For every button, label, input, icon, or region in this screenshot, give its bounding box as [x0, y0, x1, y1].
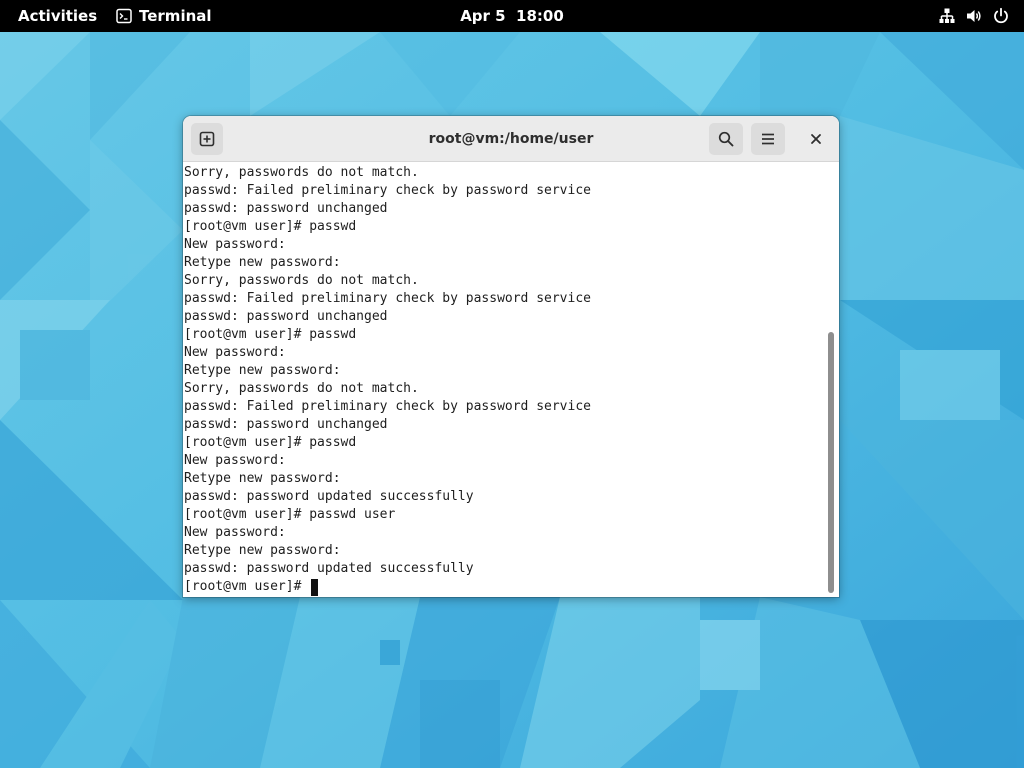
volume-icon[interactable]: [965, 7, 983, 25]
terminal-app-icon: [116, 8, 132, 24]
header-bar[interactable]: root@vm:/home/user: [183, 116, 839, 162]
clock-label[interactable]: Apr 5 18:00: [460, 7, 564, 25]
terminal-line: [root@vm user]# passwd: [184, 435, 357, 450]
system-tray[interactable]: [938, 0, 1010, 32]
hamburger-menu-icon: [762, 133, 774, 145]
terminal-line: passwd: password unchanged: [184, 309, 388, 324]
search-button[interactable]: [709, 123, 743, 155]
terminal-line: Retype new password:: [184, 363, 341, 378]
new-tab-button[interactable]: [191, 123, 223, 155]
main-menu-button[interactable]: [751, 123, 785, 155]
terminal-prompt-line[interactable]: [root@vm user]#: [184, 578, 319, 596]
terminal-line: passwd: password unchanged: [184, 201, 388, 216]
terminal-line: [root@vm user]# passwd: [184, 327, 357, 342]
terminal-line: Retype new password:: [184, 255, 341, 270]
terminal-line: New password:: [184, 525, 286, 540]
power-icon[interactable]: [992, 7, 1010, 25]
search-icon: [718, 131, 734, 147]
desktop: Activities Terminal Apr 5 18:00 root@vm:…: [0, 0, 1024, 768]
text-cursor: [311, 578, 319, 596]
terminal-line: passwd: password updated successfully: [184, 561, 474, 576]
terminal-line: passwd: password updated successfully: [184, 489, 474, 504]
activities-button[interactable]: Activities: [18, 0, 97, 32]
terminal-window: root@vm:/home/user Sorry, passwords do n…: [183, 116, 839, 597]
app-menu-label: Terminal: [139, 7, 212, 25]
new-tab-icon: [199, 131, 215, 147]
terminal-line: Sorry, passwords do not match.: [184, 165, 419, 180]
shell-prompt: [root@vm user]#: [184, 579, 310, 594]
terminal-line: passwd: Failed preliminary check by pass…: [184, 183, 591, 198]
close-icon: [811, 134, 821, 144]
scrollbar-thumb[interactable]: [828, 332, 834, 593]
terminal-line: Sorry, passwords do not match.: [184, 273, 419, 288]
terminal-line: Retype new password:: [184, 471, 341, 486]
terminal-line: [root@vm user]# passwd: [184, 219, 357, 234]
terminal-line: New password:: [184, 345, 286, 360]
terminal-line: Retype new password:: [184, 543, 341, 558]
close-window-button[interactable]: [805, 128, 827, 150]
app-menu-terminal[interactable]: Terminal: [116, 0, 212, 32]
terminal-line: [root@vm user]# passwd user: [184, 507, 396, 522]
terminal-line: New password:: [184, 453, 286, 468]
top-bar: Activities Terminal Apr 5 18:00: [0, 0, 1024, 32]
terminal-line: Sorry, passwords do not match.: [184, 381, 419, 396]
terminal-line: passwd: password unchanged: [184, 417, 388, 432]
terminal-line: New password:: [184, 237, 286, 252]
terminal-line: passwd: Failed preliminary check by pass…: [184, 399, 591, 414]
network-wired-icon[interactable]: [938, 7, 956, 25]
terminal-scrollback: Sorry, passwords do not match. passwd: F…: [184, 164, 824, 578]
terminal-output[interactable]: Sorry, passwords do not match. passwd: F…: [183, 162, 839, 597]
terminal-scrollbar[interactable]: [826, 162, 836, 597]
terminal-line: passwd: Failed preliminary check by pass…: [184, 291, 591, 306]
